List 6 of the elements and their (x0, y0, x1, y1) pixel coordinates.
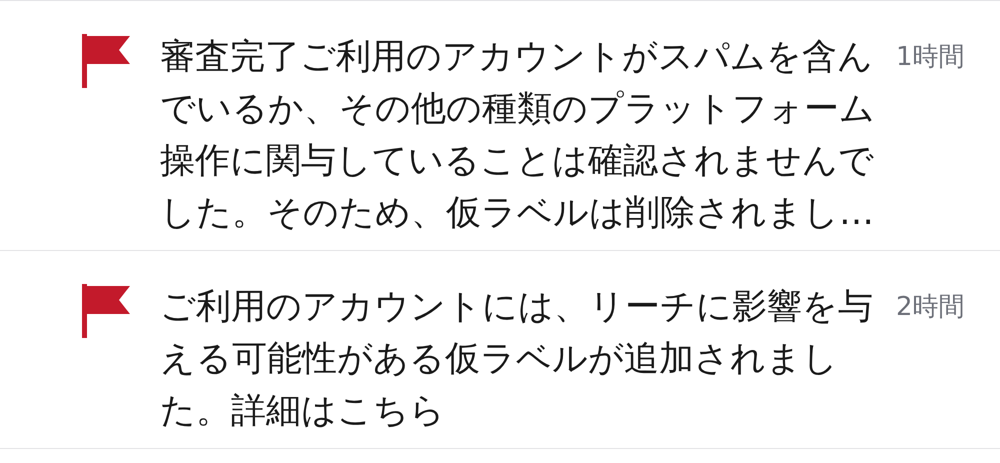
timestamp: 1時間 (896, 41, 965, 74)
timestamp: 2時間 (896, 291, 965, 324)
notification-text: ご利用のアカウントには、リーチに影響を与える可能性がある仮ラベルが追加されました。詳細はこちら (160, 286, 874, 433)
flag-icon (82, 284, 130, 338)
notification-text: 審査完了ご利用のアカウントがスパムを含んでいるか、その他の種類のプラットフォーム操作に関与していることは確認されませんでした。そのため、仮ラベルは削除されまし… (160, 36, 876, 235)
flag-icon (82, 34, 130, 88)
